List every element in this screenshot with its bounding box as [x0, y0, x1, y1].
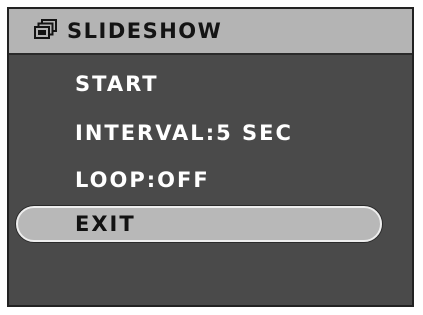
menu-title: SLIDESHOW [67, 19, 223, 43]
menu-item-loop[interactable]: LOOP:OFF [75, 167, 210, 193]
camera-menu-screen: SLIDESHOW START INTERVAL:5 SEC LOOP:OFF … [7, 7, 414, 307]
slideshow-icon [33, 18, 59, 44]
selection-highlight [16, 206, 382, 242]
menu-item-interval[interactable]: INTERVAL:5 SEC [75, 120, 293, 146]
menu-title-bar: SLIDESHOW [9, 9, 412, 55]
menu-item-start[interactable]: START [75, 71, 159, 97]
menu-item-exit[interactable]: EXIT [75, 211, 136, 237]
